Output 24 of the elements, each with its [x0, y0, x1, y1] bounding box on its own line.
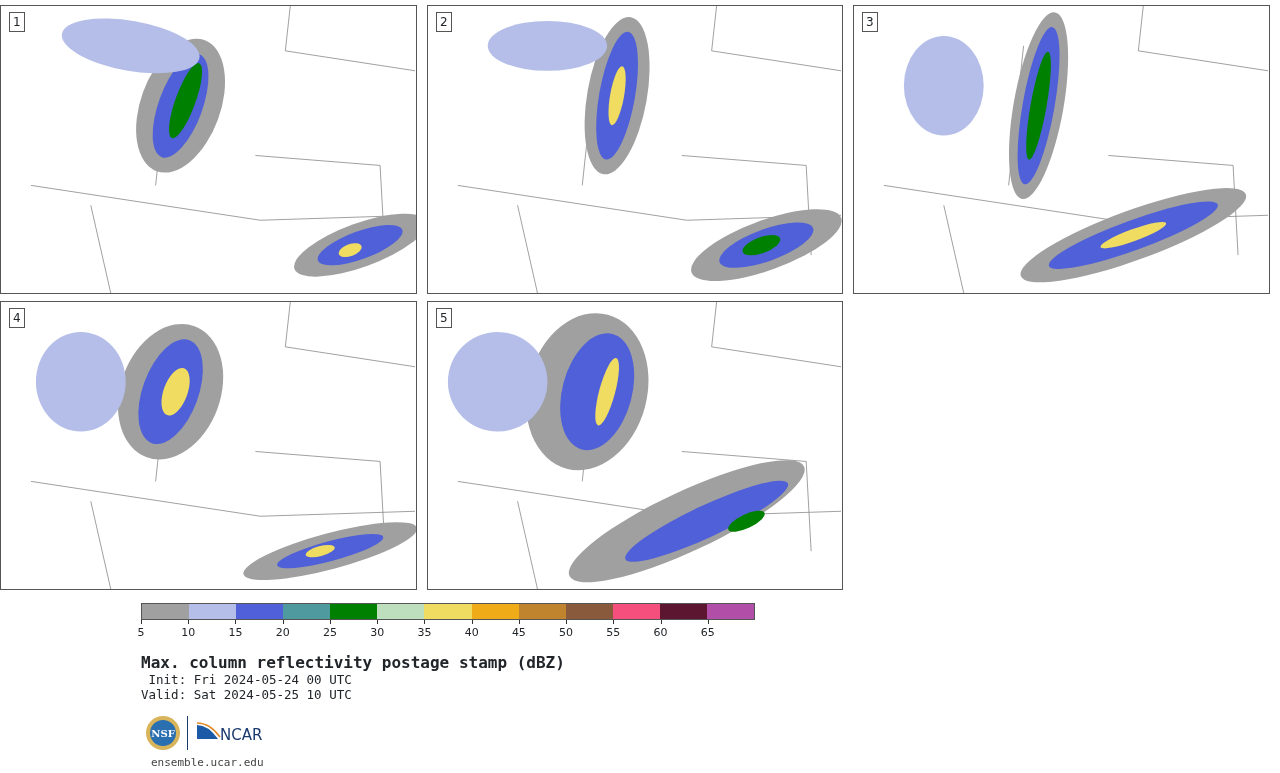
ncar-logo: NCAR	[194, 721, 270, 745]
tick-label: 40	[464, 627, 479, 638]
tick-label: 20	[275, 627, 290, 638]
tick-label: 45	[511, 627, 526, 638]
chart-title: Max. column reflectivity postage stamp (dBZ)	[141, 654, 566, 672]
panel-number: 2	[436, 12, 452, 32]
tick-label: 65	[700, 627, 715, 638]
panel-number: 1	[9, 12, 25, 32]
tick-label: 5	[137, 627, 145, 638]
nsf-logo: NSF	[145, 715, 181, 751]
panel-number: 5	[436, 308, 452, 328]
tick-label: 15	[228, 627, 243, 638]
tick-label: 55	[606, 627, 621, 638]
panel-number: 4	[9, 308, 25, 328]
tick-label: 60	[653, 627, 668, 638]
tick-label: 10	[181, 627, 196, 638]
site-url: ensemble.ucar.edu	[151, 755, 265, 771]
valid-time: Valid: Sat 2024-05-25 10 UTC	[141, 687, 353, 702]
panel-number: 3	[862, 12, 878, 32]
tick-label: 35	[417, 627, 432, 638]
tick-label: 30	[370, 627, 385, 638]
tick-label: 50	[559, 627, 574, 638]
tick-label: 25	[322, 627, 337, 638]
init-time: Init: Fri 2024-05-24 00 UTC	[147, 672, 353, 687]
